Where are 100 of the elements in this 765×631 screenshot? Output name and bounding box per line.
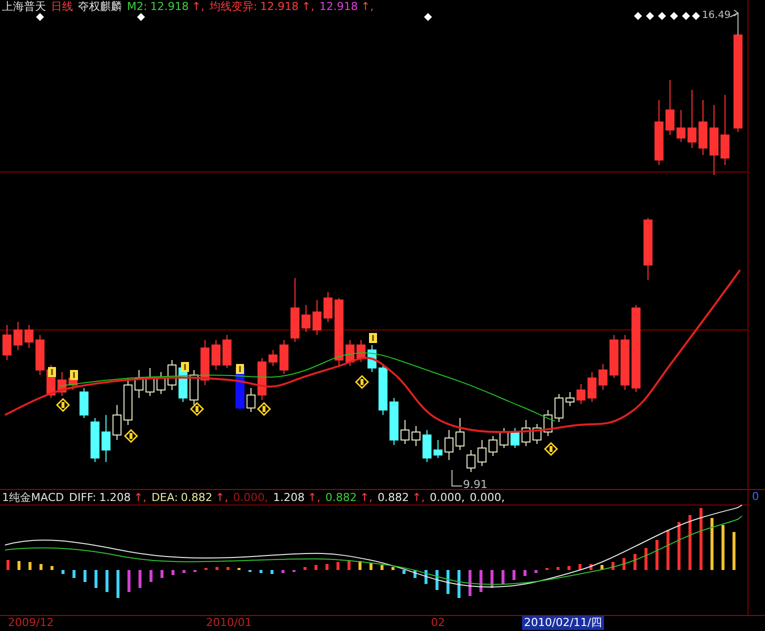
candlestick bbox=[644, 218, 652, 280]
indicator-value: 0.882 bbox=[180, 491, 212, 504]
date-label: 02 bbox=[431, 616, 445, 630]
candlestick bbox=[378, 364, 388, 416]
indicator-value: 12.918 bbox=[260, 0, 299, 14]
histogram-bar bbox=[524, 570, 526, 576]
histogram-bar bbox=[94, 570, 98, 588]
histogram-bar bbox=[578, 564, 582, 570]
candlestick bbox=[222, 334, 232, 368]
candlestick bbox=[312, 300, 322, 336]
up-arrow-icon: ↑, bbox=[192, 0, 204, 14]
candlestick bbox=[456, 418, 464, 450]
candlestick bbox=[268, 350, 278, 366]
candlestick bbox=[610, 334, 618, 378]
indicator-name: 1纯金MACD bbox=[2, 491, 64, 504]
flag-marker-icon bbox=[70, 370, 78, 380]
histogram-bar bbox=[402, 570, 406, 574]
candlestick bbox=[676, 110, 686, 142]
histogram-bar bbox=[700, 508, 702, 570]
up-arrow-icon: ↑, bbox=[302, 0, 314, 14]
diamond-marker-icon bbox=[190, 402, 204, 416]
candlestick bbox=[488, 436, 498, 456]
histogram-bar bbox=[622, 558, 626, 570]
diamond-marker-icon bbox=[124, 428, 138, 444]
candlestick bbox=[400, 420, 410, 444]
indicator-value: 0.000, bbox=[470, 491, 505, 504]
candlestick bbox=[510, 428, 520, 448]
histogram-bar bbox=[414, 570, 416, 578]
histogram-bar bbox=[138, 570, 142, 588]
candlestick bbox=[554, 394, 564, 422]
histogram-bar bbox=[612, 562, 614, 570]
indicator-value: 1.208 bbox=[99, 491, 131, 504]
candlestick bbox=[146, 368, 154, 396]
histogram-bar bbox=[28, 562, 32, 570]
histogram-bar bbox=[370, 563, 372, 570]
flag-marker-icon bbox=[181, 362, 189, 372]
candlestick bbox=[112, 404, 122, 440]
histogram-bar bbox=[644, 548, 648, 570]
candlestick bbox=[2, 324, 12, 360]
histogram-bar bbox=[270, 570, 274, 574]
histogram-bar bbox=[590, 564, 592, 570]
flag-marker-icon bbox=[48, 367, 56, 377]
up-arrow-icon: ↑, bbox=[360, 0, 374, 14]
histogram-bar bbox=[150, 570, 152, 582]
candlestick bbox=[688, 90, 696, 148]
up-arrow-icon: ↑, bbox=[360, 491, 373, 504]
price-label: 16.49 bbox=[702, 10, 731, 22]
value-label: M2: bbox=[127, 0, 148, 14]
indicator-name: 夺权麒麟 bbox=[78, 0, 122, 14]
candlestick bbox=[290, 278, 300, 342]
up-arrow-icon: ↑, bbox=[308, 491, 320, 504]
candlestick bbox=[576, 384, 586, 404]
candlestick bbox=[654, 100, 664, 166]
histogram-bar bbox=[116, 570, 120, 598]
histogram-bar bbox=[182, 570, 186, 573]
candlestick bbox=[14, 322, 22, 350]
indicator-value: 12.918 bbox=[150, 0, 189, 14]
high-pointer-line bbox=[730, 10, 739, 36]
candlestick bbox=[532, 424, 542, 444]
candlestick bbox=[478, 440, 486, 466]
date-label: 2010/01 bbox=[206, 616, 252, 630]
histogram-bar bbox=[106, 570, 108, 592]
candlestick bbox=[522, 420, 530, 446]
candlestick bbox=[368, 344, 376, 372]
low-pointer-line bbox=[452, 470, 462, 486]
candlestick bbox=[246, 388, 256, 412]
candlestick bbox=[444, 430, 454, 460]
diamond-marker-icon bbox=[56, 398, 70, 412]
candlestick bbox=[36, 334, 44, 376]
histogram-bar bbox=[656, 540, 658, 570]
histogram-bar bbox=[600, 565, 604, 570]
histogram-bar bbox=[468, 570, 472, 596]
histogram-bar bbox=[512, 570, 516, 580]
indicator-value: 0.000, bbox=[430, 491, 465, 504]
candlestick bbox=[566, 392, 574, 406]
stock-name: 上海普天 bbox=[2, 0, 46, 14]
histogram-bar bbox=[72, 570, 76, 578]
histogram-bar bbox=[282, 570, 284, 573]
candlestick bbox=[710, 104, 718, 176]
flag-marker-icon bbox=[236, 364, 244, 374]
histogram-bar bbox=[722, 525, 724, 570]
histogram-bar bbox=[6, 560, 10, 570]
candlestick bbox=[598, 364, 608, 390]
up-arrow-icon: ↑, bbox=[215, 491, 228, 504]
candlestick bbox=[134, 370, 144, 398]
candlestick bbox=[390, 398, 398, 446]
histogram-bar bbox=[326, 564, 328, 570]
cursor-date-label: 2010/02/11/四 bbox=[522, 616, 604, 630]
histogram-bar bbox=[556, 567, 560, 570]
candlestick bbox=[24, 324, 34, 348]
candlestick bbox=[698, 100, 708, 156]
candlestick bbox=[422, 430, 432, 462]
value-label: DEA: bbox=[151, 491, 178, 504]
axis-label: 0 bbox=[752, 490, 759, 503]
value-label: 均线变异: bbox=[209, 0, 258, 14]
histogram-bar bbox=[216, 567, 218, 570]
indicator-value: 0.882 bbox=[378, 491, 410, 504]
histogram-bar bbox=[358, 561, 362, 570]
histogram-bar bbox=[50, 566, 54, 570]
histogram-bar bbox=[446, 570, 450, 594]
